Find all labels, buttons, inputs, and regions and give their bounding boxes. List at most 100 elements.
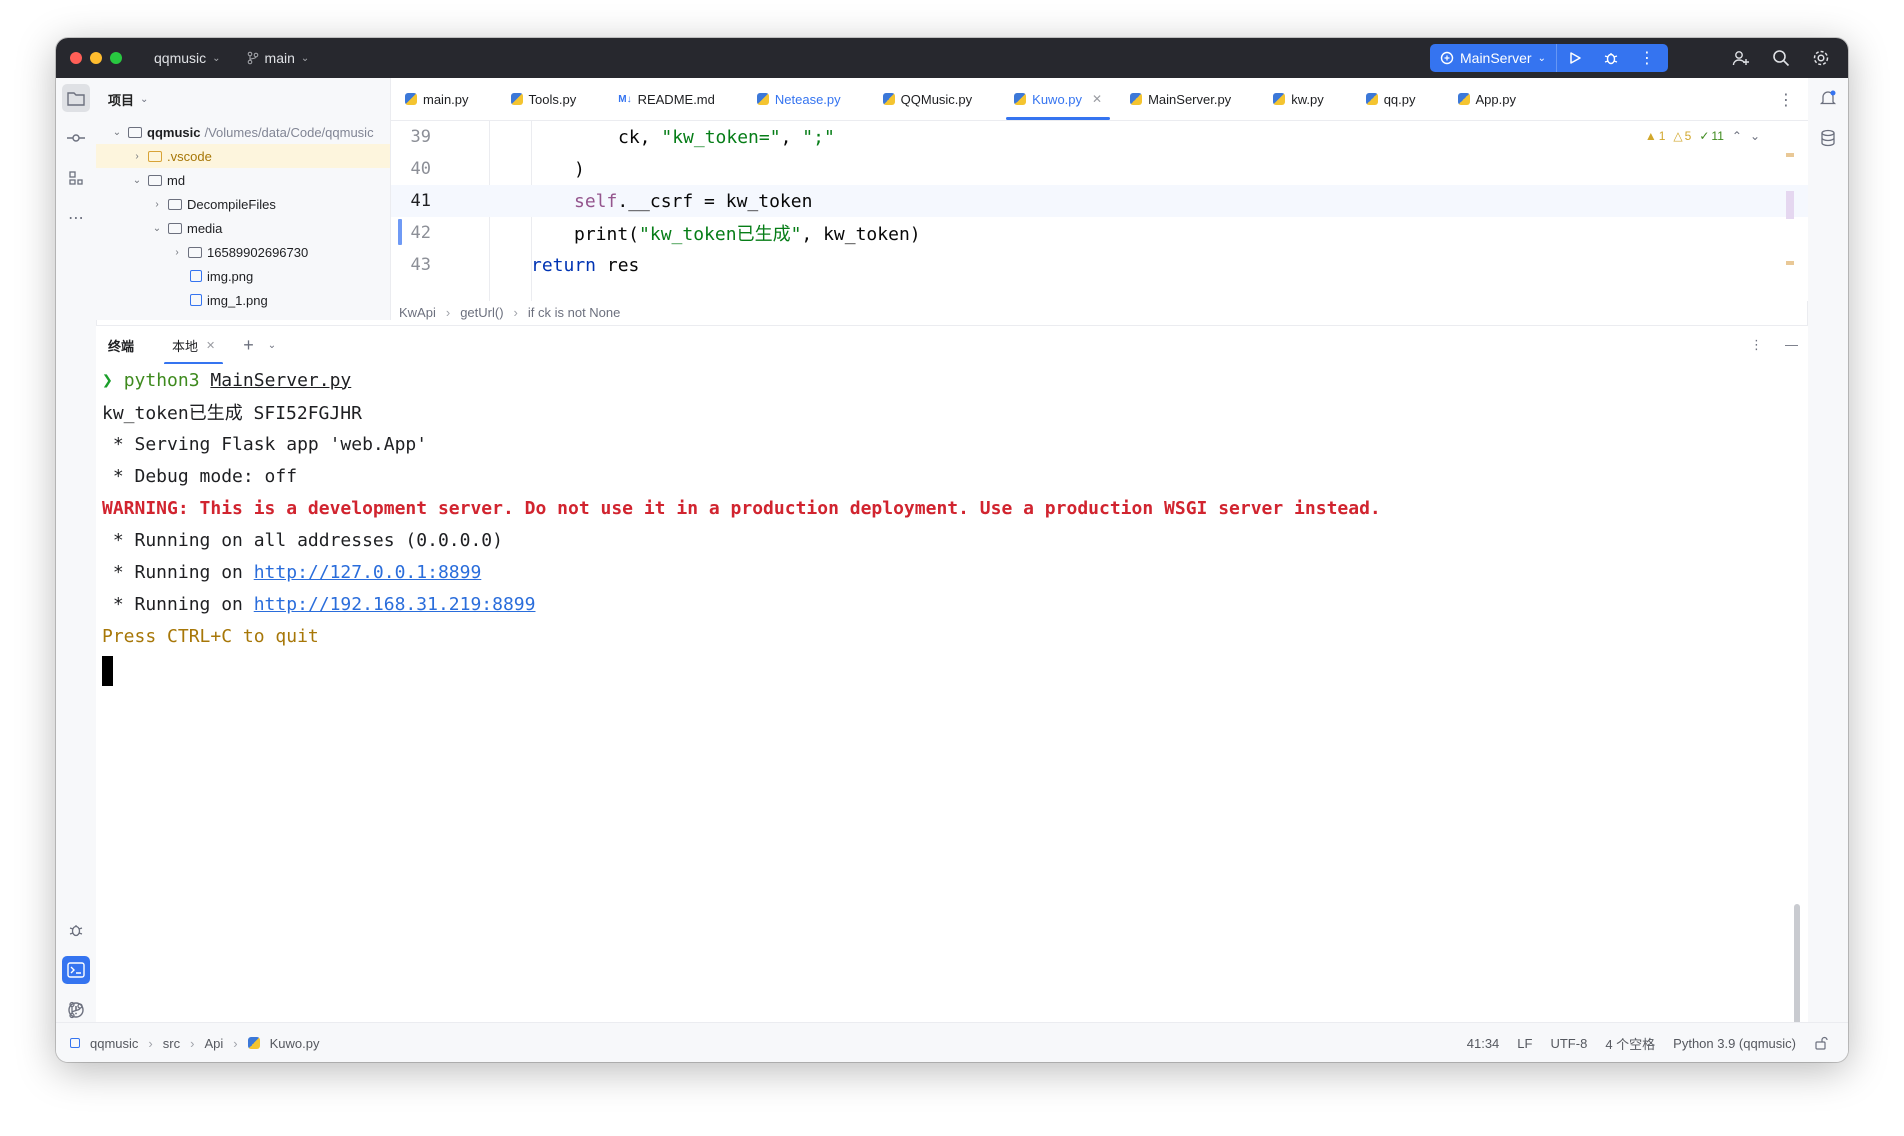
url-link[interactable]: http://192.168.31.219:8899 [254, 594, 536, 615]
project-tree: ⌄ qqmusic /Volumes/data/Code/qqmusic › .… [96, 120, 390, 312]
tree-item-decompilefiles[interactable]: › DecompileFiles [96, 192, 390, 216]
database-button[interactable] [1814, 124, 1842, 152]
indent-setting[interactable]: 4 个空格 [1605, 1034, 1655, 1053]
line-separator[interactable]: LF [1517, 1036, 1532, 1051]
debug-tool-button[interactable] [62, 916, 90, 944]
terminal-output[interactable]: ❯ python3 MainServer.py kw_token已生成 SFI5… [96, 364, 1808, 1062]
branch-name: main [264, 50, 295, 66]
code-line: 42 print("kw_token已生成", kw_token) [391, 217, 1808, 249]
inspection-widget[interactable]: ▲ 1 △ 5 ✓ 11 ⌃ ⌄ [1645, 129, 1760, 143]
url-link[interactable]: http://127.0.0.1:8899 [254, 562, 482, 583]
tab-main-py[interactable]: main.py [391, 78, 483, 120]
bug-icon [1604, 53, 1618, 65]
git-tool-button[interactable] [62, 1000, 90, 1020]
notifications-button[interactable] [1814, 84, 1842, 112]
status-crumb[interactable]: Kuwo.py [270, 1036, 320, 1051]
tab-label: MainServer.py [1148, 91, 1232, 107]
left-tool-strip: ⋯ [56, 78, 97, 1022]
folder-icon [168, 222, 182, 234]
tab-qq-py[interactable]: qq.py [1352, 78, 1430, 120]
new-terminal-tab-button[interactable]: + [243, 335, 254, 356]
prompt-icon: ❯ [102, 369, 124, 391]
tab-kw-py[interactable]: kw.py [1259, 78, 1338, 120]
line-number: 40 [410, 159, 431, 179]
project-panel: 项目 ⌄ ⌄ qqmusic /Volumes/data/Code/qqmusi… [96, 78, 391, 320]
tab-kuwo-py[interactable]: Kuwo.py ✕ [1000, 78, 1116, 120]
more-vertical-icon[interactable]: ⋮ [1750, 337, 1763, 353]
chevron-down-icon: ⌄ [212, 52, 221, 64]
window-controls [70, 52, 122, 64]
terminal-tab-label: 本地 [172, 338, 199, 354]
tab-qqmusic-py[interactable]: QQMusic.py [869, 78, 987, 120]
more-tools-button[interactable]: ⋯ [62, 204, 90, 232]
settings-button[interactable] [1808, 45, 1834, 71]
error-stripe-mark[interactable] [1786, 191, 1794, 219]
tree-item-img-png[interactable]: img.png [96, 264, 390, 288]
python-icon [1014, 93, 1027, 105]
tree-item-path: /Volumes/data/Code/qqmusic [204, 124, 374, 140]
structure-tool-button[interactable] [62, 164, 90, 192]
project-panel-header[interactable]: 项目 ⌄ [96, 78, 390, 120]
close-window-button[interactable] [70, 52, 82, 64]
search-everywhere-button[interactable] [1768, 45, 1794, 71]
tree-item-16589902696730[interactable]: › 16589902696730 [96, 240, 390, 264]
folder-icon [148, 174, 162, 186]
breadcrumb-item[interactable]: if ck is not None [528, 305, 621, 320]
code-breadcrumb: KwApi › getUrl() › if ck is not None [391, 300, 1808, 324]
chevron-right-icon: › [445, 304, 451, 320]
gear-icon [1813, 50, 1829, 66]
terminal-line-warning: WARNING: This is a development server. D… [102, 497, 1381, 519]
terminal-cursor [102, 656, 113, 686]
breadcrumb-item[interactable]: KwApi [399, 305, 436, 320]
tree-item-label: media [187, 220, 223, 236]
terminal-tab-local[interactable]: 本地 ✕ [164, 326, 224, 365]
project-switcher[interactable]: qqmusic ⌄ [154, 50, 221, 66]
commit-tool-button[interactable] [62, 124, 90, 152]
tab-readme-md[interactable]: M↓ README.md [604, 78, 729, 120]
tree-item-img-1-png[interactable]: img_1.png [96, 288, 390, 312]
tab-mainserver-py[interactable]: MainServer.py [1116, 78, 1245, 120]
more-actions-button[interactable]: ⋮ [1629, 44, 1665, 72]
run-button[interactable] [1557, 44, 1593, 72]
tab-tools-py[interactable]: Tools.py [497, 78, 591, 120]
typo-count: ✓ 11 [1699, 129, 1724, 143]
minimize-window-button[interactable] [90, 52, 102, 64]
tree-item-label: md [167, 172, 186, 188]
unlock-icon[interactable] [1814, 1036, 1828, 1050]
status-crumb[interactable]: src [163, 1036, 180, 1051]
chevron-up-icon[interactable]: ⌃ [1732, 129, 1742, 143]
status-crumb[interactable]: Api [204, 1036, 223, 1051]
file-encoding[interactable]: UTF-8 [1550, 1036, 1587, 1051]
project-tool-button[interactable] [62, 84, 90, 112]
tree-item-vscode[interactable]: › .vscode [96, 144, 390, 168]
tree-item-qqmusic[interactable]: ⌄ qqmusic /Volumes/data/Code/qqmusic [96, 120, 390, 144]
python-interpreter[interactable]: Python 3.9 (qqmusic) [1673, 1036, 1796, 1051]
breadcrumb-item[interactable]: getUrl() [460, 305, 503, 320]
debug-button[interactable] [1593, 44, 1629, 72]
minimize-icon[interactable]: — [1785, 337, 1798, 353]
tree-item-md[interactable]: ⌄ md [96, 168, 390, 192]
terminal-icon [67, 962, 85, 978]
tab-label: QQMusic.py [900, 91, 973, 107]
title-bar: qqmusic ⌄ main ⌄ MainServer ⌄ ⋮ [56, 38, 1848, 78]
chevron-down-icon[interactable]: ⌄ [268, 340, 276, 351]
error-stripe-mark[interactable] [1786, 153, 1794, 157]
zoom-window-button[interactable] [110, 52, 122, 64]
error-stripe-mark[interactable] [1786, 261, 1794, 265]
tab-label: App.py [1475, 91, 1516, 107]
more-vertical-icon[interactable]: ⋮ [1778, 90, 1794, 110]
run-config-selector[interactable]: MainServer ⌄ [1430, 44, 1557, 72]
chevron-down-icon[interactable]: ⌄ [1750, 129, 1760, 143]
code-with-me-button[interactable] [1728, 45, 1754, 71]
code-editor[interactable]: 39 ck, "kw_token=", ";" 40 ) 41 self.__c… [391, 121, 1808, 301]
file-link[interactable]: MainServer.py [210, 370, 351, 391]
close-icon[interactable]: ✕ [206, 339, 215, 352]
tab-netease-py[interactable]: Netease.py [743, 78, 855, 120]
status-crumb[interactable]: qqmusic [90, 1036, 138, 1051]
tree-item-media[interactable]: ⌄ media [96, 216, 390, 240]
close-icon[interactable]: ✕ [1092, 92, 1102, 106]
branch-switcher[interactable]: main ⌄ [247, 50, 309, 66]
caret-position[interactable]: 41:34 [1467, 1036, 1500, 1051]
tab-app-py[interactable]: App.py [1444, 78, 1530, 120]
terminal-tool-button[interactable] [62, 956, 90, 984]
